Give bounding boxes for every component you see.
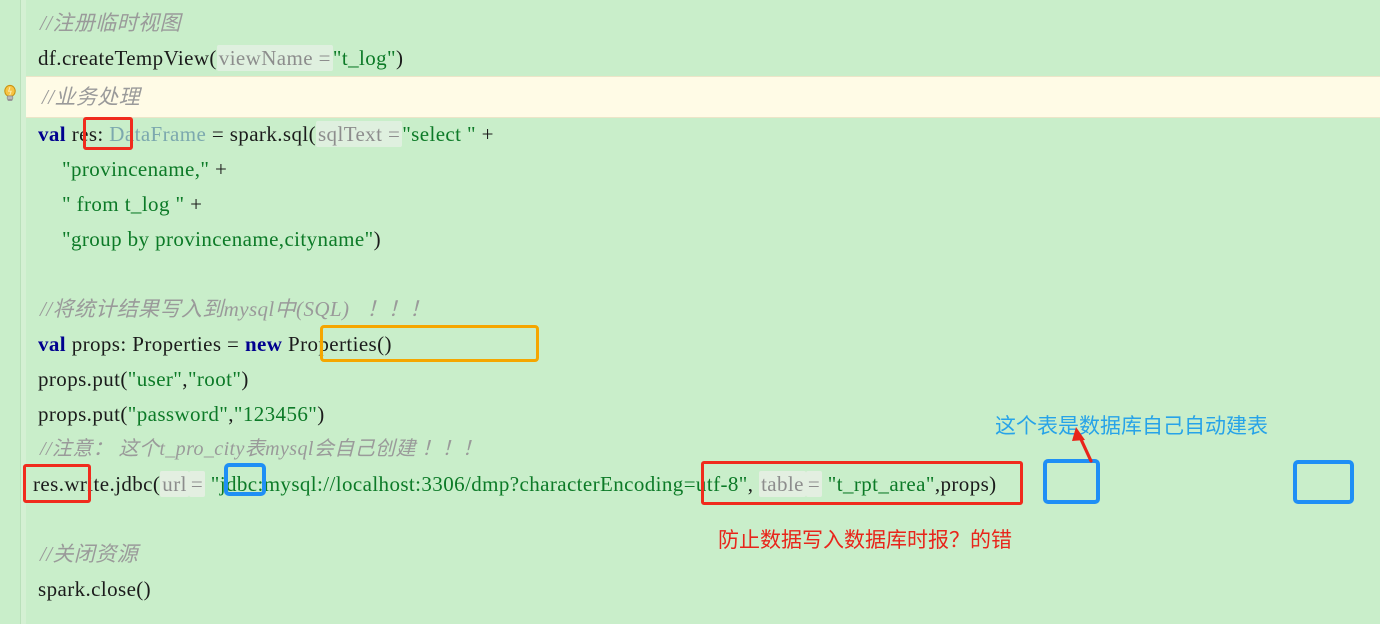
code-line-spark-close[interactable]: spark.close() <box>38 572 151 607</box>
annotation-table-auto-create: 这个表是数据库自己自动建表 <box>995 414 1268 438</box>
code-line-group-by[interactable]: "group by provincename,cityname") <box>62 222 381 257</box>
code-token-res-identifier: res <box>71 122 98 146</box>
code-token-root-value: "root" <box>187 367 242 391</box>
code-token-spark-sql-call: = spark.sql( <box>211 122 316 146</box>
code-line-props-put-password[interactable]: props.put("password","123456") <box>38 397 325 432</box>
code-line-val-res[interactable]: val res: DataFrame = spark.sql(sqlText =… <box>38 117 494 152</box>
code-token-close-paren-5: ) <box>989 472 997 496</box>
param-hint-url-equals: = <box>188 471 206 497</box>
code-keyword-val-1: val <box>38 122 67 146</box>
code-token-props-put-1: props.put( <box>38 367 128 391</box>
code-comment-register-temp-view[interactable]: //注册临时视图 <box>40 6 181 41</box>
code-type-dataframe: DataFrame <box>109 122 207 146</box>
code-token-props-put-2: props.put( <box>38 402 128 426</box>
code-line-provincename[interactable]: "provincename," + <box>62 152 227 187</box>
code-line-res-write-jdbc[interactable]: res.write.jdbc(url = "jdbc:mysql://localh… <box>33 467 997 502</box>
code-token-concat-2: + <box>215 157 228 181</box>
param-hint-sql-text: sqlText = <box>315 121 403 147</box>
code-token-jdbc-url-quote: " <box>738 472 748 496</box>
code-line-create-temp-view[interactable]: df.createTempView(viewName ="t_log") <box>38 41 403 76</box>
code-token-table-name: "t_rpt_area" <box>827 472 935 496</box>
code-token-jdbc-url-prefix: "jdbc:mysql://localhost:3306/dmp <box>210 472 510 496</box>
caret-line-top-border <box>0 76 1380 77</box>
code-token-properties-ctor: Properties() <box>287 332 392 356</box>
red-arrow-icon <box>1072 427 1093 463</box>
code-keyword-val-2: val <box>38 332 67 356</box>
code-token-res-receiver: res <box>33 472 59 496</box>
param-hint-table: table <box>759 471 806 497</box>
code-comment-write-to-mysql[interactable]: //将统计结果写入到mysql中(SQL) ！！！ <box>40 292 431 327</box>
caret-line-highlight <box>0 76 1380 118</box>
param-hint-view-name: viewName = <box>216 45 333 71</box>
code-token-close-paren-2: ) <box>373 227 382 251</box>
code-token-select-string: "select " <box>402 122 477 146</box>
code-editor[interactable]: //注册临时视图 df.createTempView(viewName ="t_… <box>0 0 1380 624</box>
code-token-props-declaration: props: Properties = <box>71 332 240 356</box>
code-token-close-paren-3: ) <box>241 367 249 391</box>
code-comment-business-logic[interactable]: //业务处理 <box>42 80 140 115</box>
code-token-password-key: "password" <box>127 402 229 426</box>
code-token-provincename-string: "provincename," <box>62 157 210 181</box>
code-token-password-value: "123456" <box>233 402 318 426</box>
code-token-props-arg: props <box>940 472 990 496</box>
code-line-props-put-user[interactable]: props.put("user","root") <box>38 362 249 397</box>
props-param-box <box>1293 460 1354 504</box>
code-keyword-new: new <box>244 332 283 356</box>
code-token-create-temp-view-call: df.createTempView( <box>38 46 217 70</box>
code-token-t-log-string: "t_log" <box>332 46 396 70</box>
gutter-divider-line <box>20 0 21 624</box>
code-line-from-t-log[interactable]: " from t_log " + <box>62 187 202 222</box>
param-hint-table-equals: = <box>805 471 823 497</box>
code-token-write-jdbc-call: .write.jdbc( <box>58 472 161 496</box>
param-hint-url: url <box>160 471 189 497</box>
lightbulb-icon[interactable] <box>2 84 18 104</box>
code-line-val-props[interactable]: val props: Properties = new Properties() <box>38 327 392 362</box>
code-token-concat-1: + <box>481 122 494 146</box>
code-token-group-by-string: "group by provincename,cityname" <box>62 227 374 251</box>
code-comment-table-auto-create[interactable]: //注意： 这个t_pro_city表mysql会自己创建 ！！！ <box>40 432 482 467</box>
code-comment-close-resources[interactable]: //关闭资源 <box>40 537 138 572</box>
code-token-from-string: " from t_log " <box>62 192 185 216</box>
annotation-encoding-fix: 防止数据写入数据库时报？的错 <box>718 528 1012 552</box>
code-token-close-paren-4: ) <box>317 402 325 426</box>
table-param-box <box>1043 459 1100 504</box>
code-token-concat-3: + <box>190 192 203 216</box>
code-token-jdbc-url-encoding: ?characterEncoding=utf-8 <box>509 472 739 496</box>
code-token-user-key: "user" <box>127 367 183 391</box>
code-token-close-paren-1: ) <box>395 46 404 70</box>
